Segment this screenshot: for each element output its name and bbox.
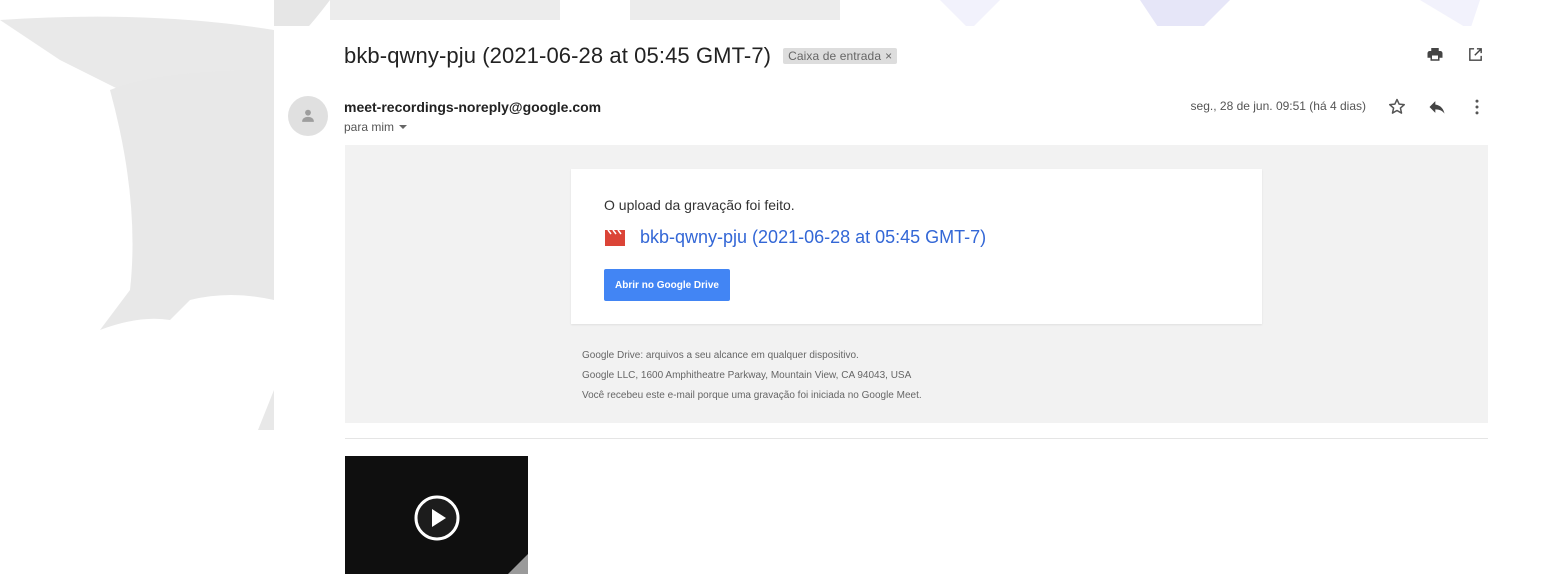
open-in-drive-button[interactable]: Abrir no Google Drive (604, 269, 730, 301)
upload-message: O upload da gravação foi feito. (604, 197, 795, 213)
recording-link-text: bkb-qwny-pju (2021-06-28 at 05:45 GMT-7) (640, 227, 987, 247)
avatar[interactable] (288, 96, 328, 136)
video-clapper-icon (605, 229, 625, 246)
thread-actions (1424, 43, 1486, 65)
email-date: seg., 28 de jun. 09:51 (há 4 dias) (1190, 99, 1366, 113)
video-attachment-thumbnail[interactable] (345, 456, 528, 574)
recording-link[interactable]: bkb-qwny-pju (2021-06-28 at 05:45 GMT-7) (604, 227, 986, 248)
email-footer: Google Drive: arquivos a seu alcance em … (582, 346, 922, 406)
star-icon[interactable] (1386, 96, 1408, 118)
email-view: bkb-qwny-pju (2021-06-28 at 05:45 GMT-7)… (274, 26, 1542, 574)
person-icon (302, 109, 314, 122)
message-body: O upload da gravação foi feito. bkb-qwny… (345, 145, 1488, 423)
sender-email[interactable]: meet-recordings-noreply@google.com (344, 99, 601, 115)
footer-line: Google Drive: arquivos a seu alcance em … (582, 350, 859, 361)
more-vert-icon[interactable] (1466, 96, 1488, 118)
reply-icon[interactable] (1426, 96, 1448, 118)
recipient-row[interactable]: para mim (344, 120, 408, 134)
footer-line: Você recebeu este e-mail porque uma grav… (582, 390, 922, 401)
chevron-down-icon (399, 125, 408, 129)
label-chip-inbox[interactable]: Caixa de entrada × (783, 48, 898, 64)
label-chip-text: Caixa de entrada (788, 49, 882, 63)
divider (345, 438, 1488, 439)
play-icon (414, 495, 460, 541)
footer-line: Google LLC, 1600 Amphitheatre Parkway, M… (582, 370, 912, 381)
recipient-label: para mim (344, 120, 395, 134)
message-actions (1386, 96, 1488, 118)
print-icon[interactable] (1424, 43, 1446, 65)
remove-label-button[interactable]: × (885, 49, 892, 63)
email-subject-row: bkb-qwny-pju (2021-06-28 at 05:45 GMT-7)… (344, 43, 898, 69)
recording-card: O upload da gravação foi feito. bkb-qwny… (571, 169, 1262, 324)
email-subject: bkb-qwny-pju (2021-06-28 at 05:45 GMT-7) (344, 43, 772, 68)
open-in-new-window-icon[interactable] (1464, 43, 1486, 65)
page-fold-corner (508, 554, 528, 574)
